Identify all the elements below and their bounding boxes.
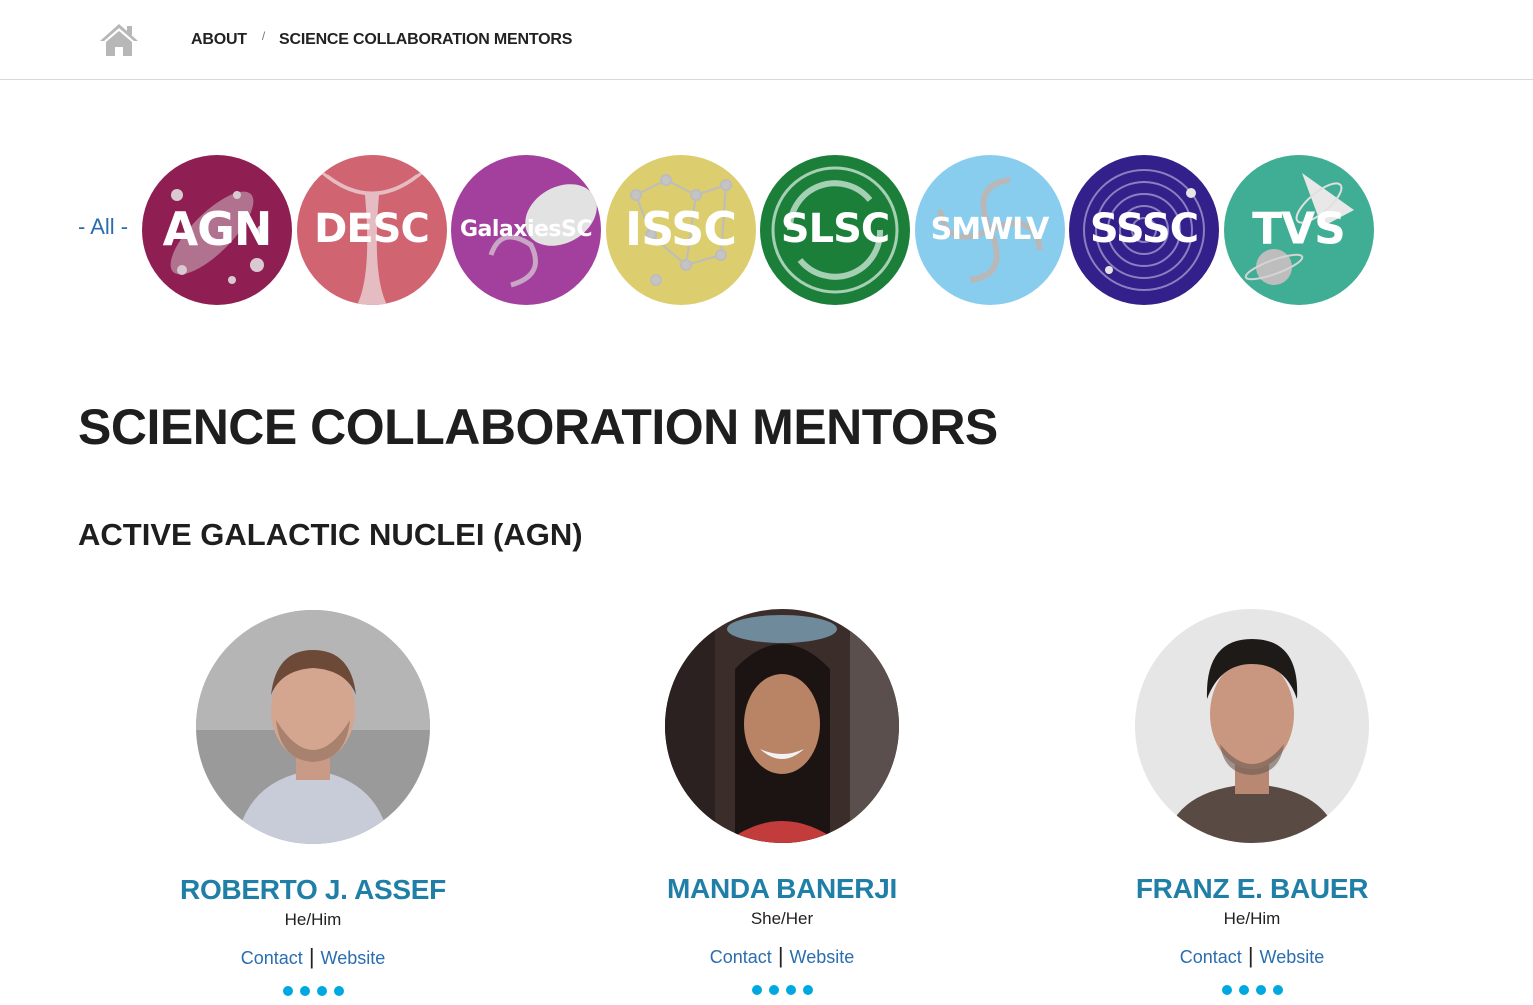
- contact-link[interactable]: Contact: [1180, 947, 1242, 967]
- badge-slsc[interactable]: SLSC: [760, 155, 910, 305]
- badge-desc[interactable]: DESC: [296, 155, 447, 305]
- dot: [316, 986, 327, 996]
- avatar: [196, 610, 430, 844]
- badge-slsc-label: SLSC: [780, 206, 890, 253]
- breadcrumb-current-page: SCIENCE COLLABORATION MENTORS: [279, 31, 573, 48]
- mentor-card: FRANZ E. BAUER He/Him Contact | Website: [1042, 609, 1462, 995]
- badge-issc-label: ISSC: [624, 201, 737, 256]
- filter-all-link[interactable]: - All -: [78, 214, 128, 240]
- mentor-dots: [1042, 985, 1462, 995]
- dot: [282, 986, 293, 996]
- badge-desc-label: DESC: [314, 206, 430, 253]
- badge-issc[interactable]: ISSC: [605, 155, 756, 305]
- home-icon[interactable]: [98, 22, 140, 58]
- dot: [751, 985, 762, 995]
- section-title: ACTIVE GALACTIC NUCLEI (AGN): [78, 517, 583, 552]
- mentor-links: Contact | Website: [572, 943, 992, 969]
- mentor-pronouns: He/Him: [1223, 909, 1281, 928]
- mentor-name: FRANZ E. BAUER: [1135, 873, 1369, 904]
- dot: [768, 985, 779, 995]
- badge-galaxiessc[interactable]: GalaxiesSC: [451, 155, 601, 305]
- breadcrumb: ABOUT / SCIENCE COLLABORATION MENTORS: [191, 29, 573, 49]
- breadcrumb-separator: /: [261, 29, 266, 43]
- badge-sssc-label: SSSC: [1089, 206, 1199, 253]
- dot: [1238, 985, 1249, 995]
- mentor-dots: [572, 985, 992, 995]
- link-divider: |: [1247, 943, 1254, 968]
- badge-galaxiessc-label: GalaxiesSC: [459, 217, 593, 242]
- website-link[interactable]: Website: [1260, 947, 1325, 967]
- dot: [1255, 985, 1266, 995]
- badge-smwlv-label: SMWLV: [930, 211, 1050, 247]
- link-divider: |: [777, 943, 784, 968]
- mentor-card: ROBERTO J. ASSEF He/Him Contact | Website: [103, 610, 523, 996]
- link-divider: |: [308, 944, 315, 969]
- mentor-card: MANDA BANERJI She/Her Contact | Website: [572, 609, 992, 995]
- avatar: [1135, 609, 1369, 843]
- dot: [333, 986, 344, 996]
- badge-agn-label: AGN: [162, 201, 273, 256]
- contact-link[interactable]: Contact: [710, 947, 772, 967]
- page-title: SCIENCE COLLABORATION MENTORS: [78, 399, 998, 455]
- mentor-pronouns: She/Her: [750, 909, 814, 928]
- dot: [785, 985, 796, 995]
- top-navigation-bar: ABOUT / SCIENCE COLLABORATION MENTORS: [0, 0, 1533, 80]
- mentor-links: Contact | Website: [1042, 943, 1462, 969]
- mentor-links: Contact | Website: [103, 944, 523, 970]
- website-link[interactable]: Website: [321, 948, 386, 968]
- breadcrumb-about-link[interactable]: ABOUT: [191, 31, 247, 49]
- mentor-name: ROBERTO J. ASSEF: [180, 874, 446, 905]
- collaboration-filter-badges: AGN DESC GalaxiesSC ISSC SLSC SMWLV SSSC…: [142, 155, 1378, 305]
- mentor-name: MANDA BANERJI: [667, 873, 897, 904]
- avatar: [665, 609, 899, 843]
- badge-tvs-label: TVS: [1252, 203, 1346, 255]
- dot: [1221, 985, 1232, 995]
- badge-tvs[interactable]: TVS: [1223, 155, 1374, 305]
- website-link[interactable]: Website: [790, 947, 855, 967]
- dot: [299, 986, 310, 996]
- dot: [1272, 985, 1283, 995]
- badge-sssc[interactable]: SSSC: [1069, 155, 1219, 305]
- badge-smwlv[interactable]: SMWLV: [914, 155, 1065, 305]
- dot: [802, 985, 813, 995]
- contact-link[interactable]: Contact: [241, 948, 303, 968]
- mentor-dots: [103, 986, 523, 996]
- mentor-pronouns: He/Him: [284, 910, 342, 929]
- badge-agn[interactable]: AGN: [142, 155, 292, 305]
